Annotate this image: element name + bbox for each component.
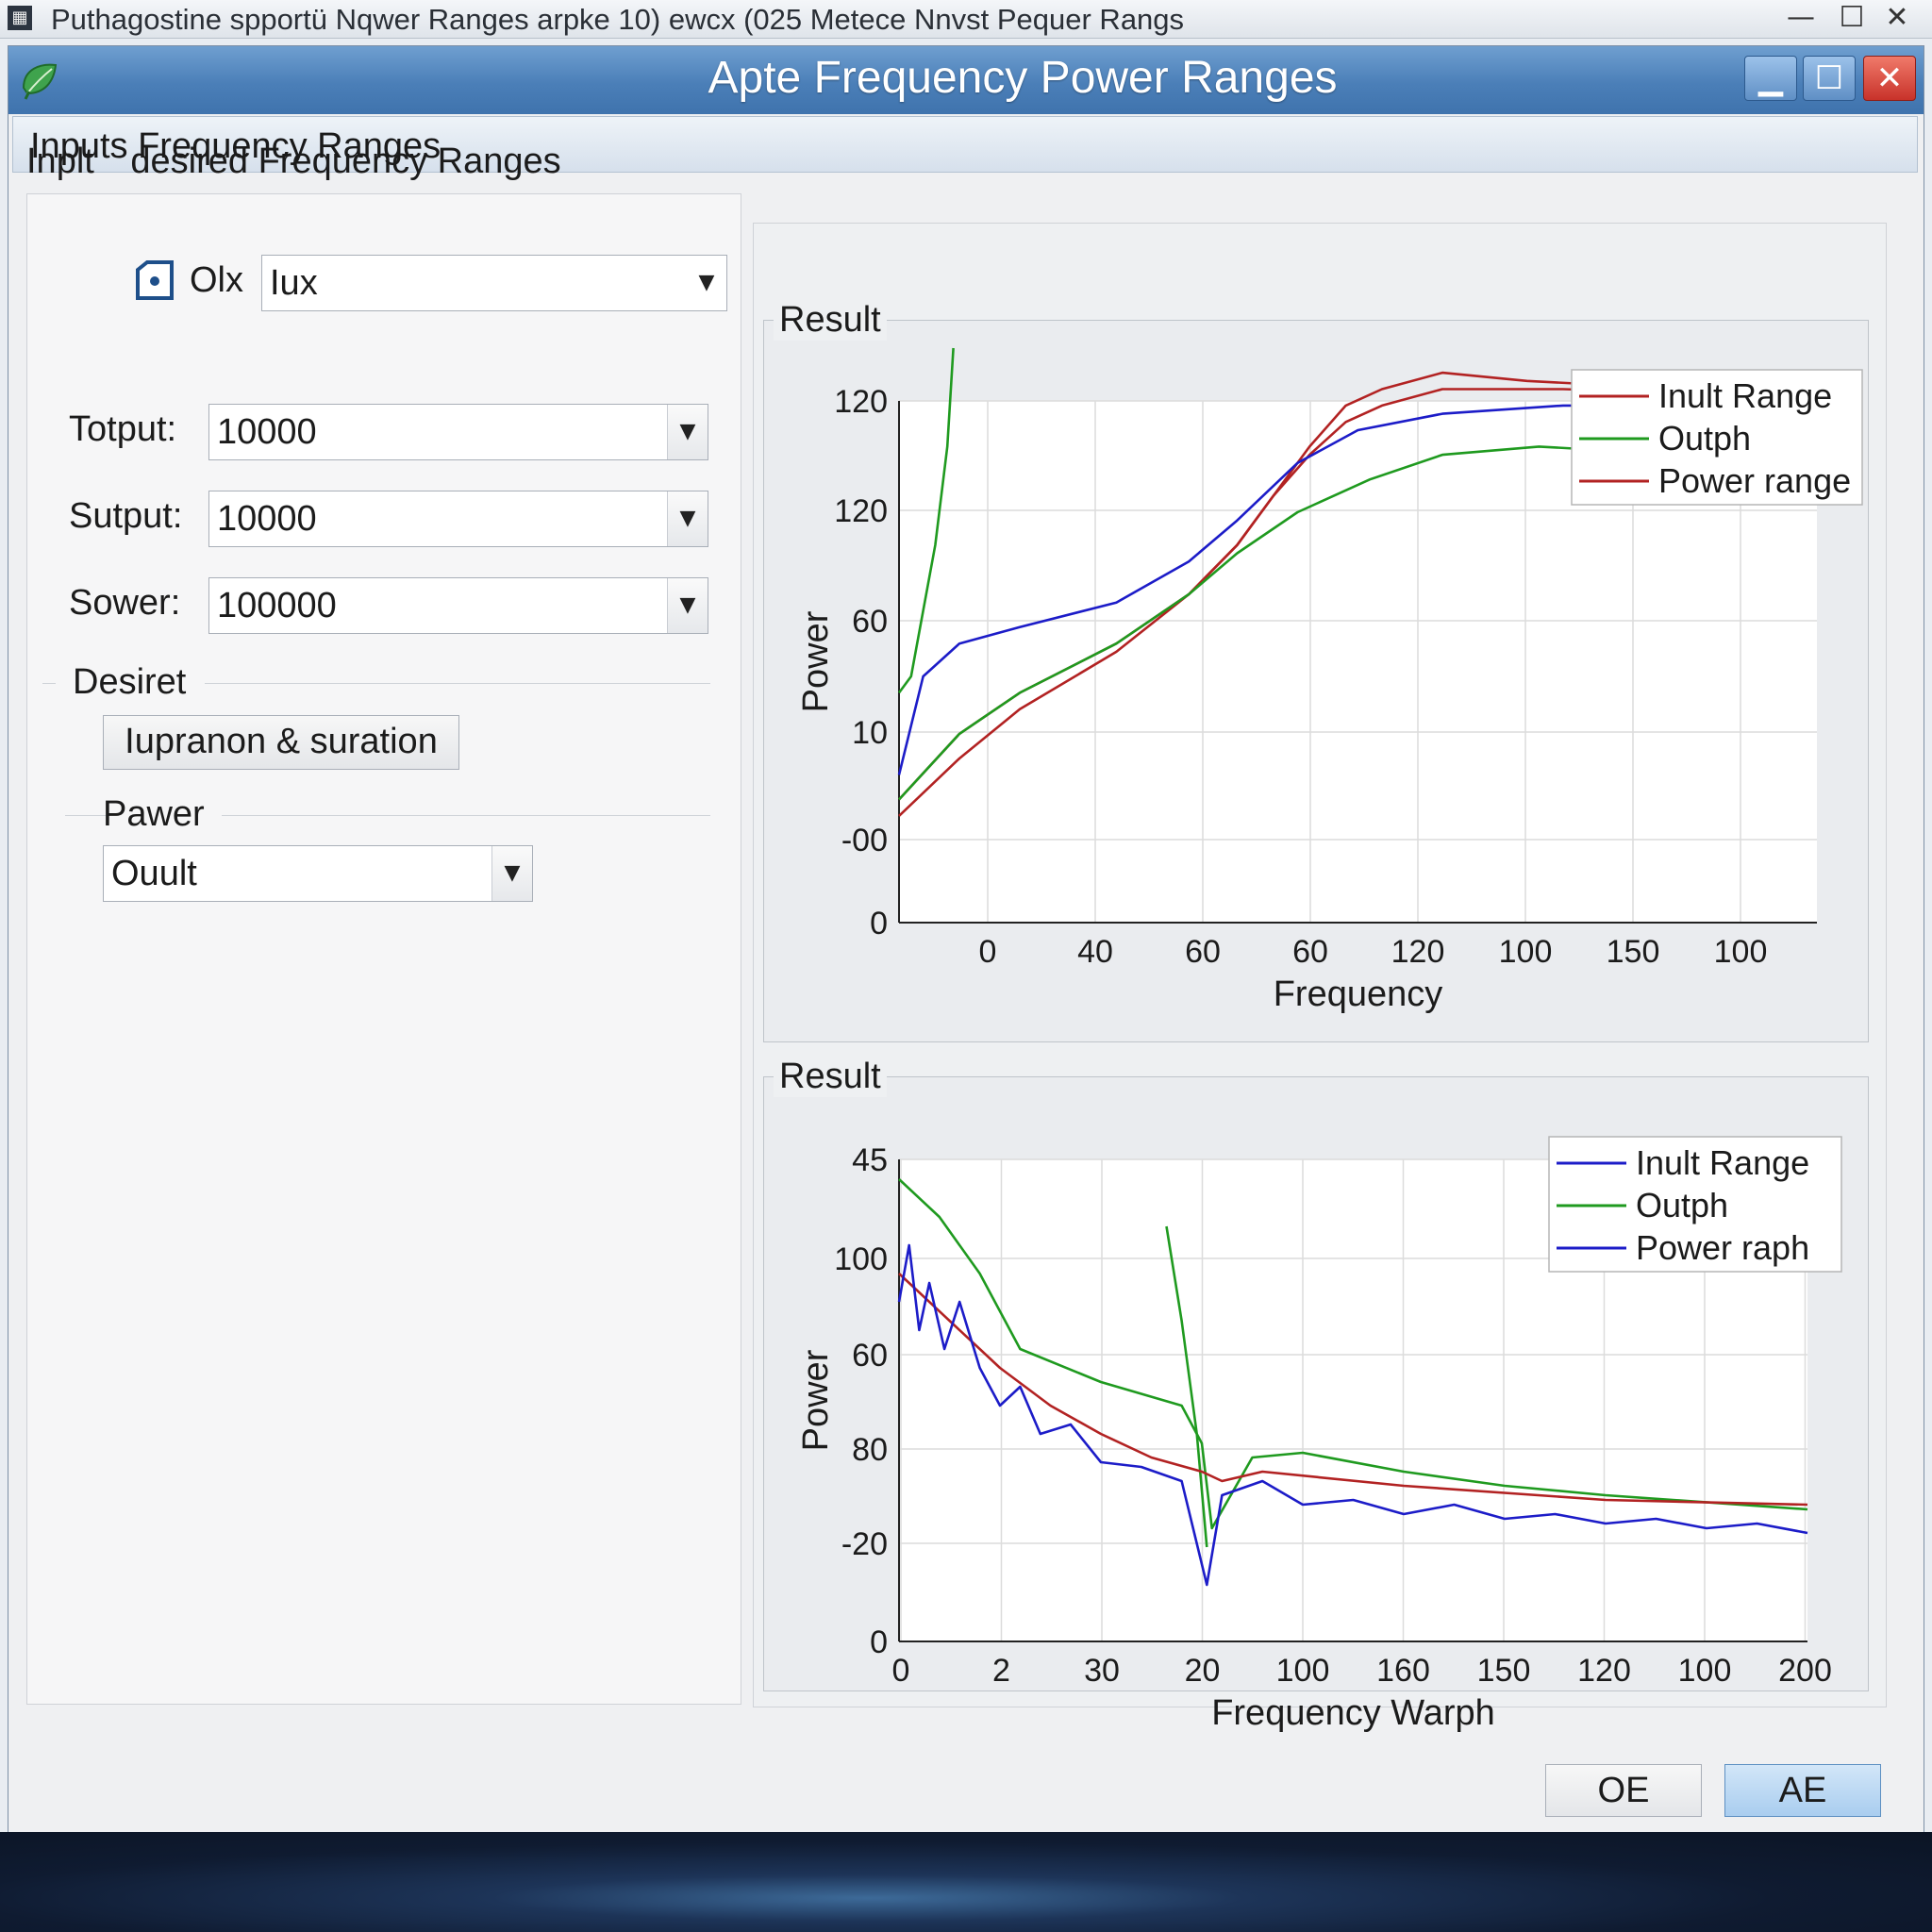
field-label-totput: Totput: <box>69 409 177 449</box>
section-divider <box>205 683 710 684</box>
chevron-down-icon[interactable]: ▼ <box>667 491 708 546</box>
outer-close-button[interactable]: ✕ <box>1875 0 1919 36</box>
app-icon: ▦ <box>8 6 32 30</box>
field-label-sutput: Sutput: <box>69 496 183 536</box>
section-divider <box>42 683 56 684</box>
sutput-field[interactable]: 10000 ▼ <box>208 491 708 547</box>
outer-maximize-button[interactable]: ☐ <box>1830 0 1874 36</box>
chevron-down-icon[interactable]: ▼ <box>687 256 726 310</box>
oe-button[interactable]: OE <box>1545 1764 1702 1817</box>
power-select[interactable]: Ouult ▼ <box>103 845 533 902</box>
result-group-top: Result <box>763 300 1869 1042</box>
desired-section-title: Desiret <box>73 662 187 702</box>
ae-button[interactable]: AE <box>1724 1764 1881 1817</box>
totput-value: 10000 <box>217 412 317 452</box>
inputs-heading-left: Inplt <box>26 142 94 181</box>
inputs-heading-right: desired Frequency Ranges <box>130 142 561 181</box>
chevron-down-icon[interactable]: ▼ <box>491 846 532 901</box>
section-divider <box>222 815 710 816</box>
field-label-sower: Sower: <box>69 583 181 623</box>
document-icon <box>136 260 174 300</box>
outer-minimize-button[interactable]: — <box>1779 0 1823 36</box>
maximize-button[interactable]: ☐ <box>1803 56 1856 101</box>
result-title-top: Result <box>774 300 887 341</box>
sutput-value: 10000 <box>217 499 317 539</box>
power-section-title: Pawer <box>103 794 205 834</box>
chevron-down-icon[interactable]: ▼ <box>667 578 708 633</box>
input-panel: Olx Iux ▼ Totput: 10000 ▼ Sutput: 10000 … <box>26 193 741 1705</box>
outer-window-title: Puthagostine spportü Nqwer Ranges arpke … <box>51 3 1185 36</box>
top-select-value: Iux <box>270 263 318 303</box>
outer-window-titlebar: ▦ Puthagostine spportü Nqwer Ranges arpk… <box>0 0 1932 39</box>
result-group-bottom: Result <box>763 1057 1869 1691</box>
totput-field[interactable]: 10000 ▼ <box>208 404 708 460</box>
inputs-heading: Inplt desired Frequency Ranges <box>26 142 561 182</box>
close-button[interactable]: ✕ <box>1863 56 1916 101</box>
power-select-value: Ouult <box>111 854 197 893</box>
duration-button[interactable]: Iupranon & suration <box>103 715 459 770</box>
section-divider <box>65 815 107 816</box>
top-select[interactable]: Iux ▼ <box>261 255 727 311</box>
minimize-button[interactable]: ▁ <box>1744 56 1797 101</box>
chevron-down-icon[interactable]: ▼ <box>667 405 708 459</box>
desktop-taskbar <box>0 1832 1932 1932</box>
sower-field[interactable]: 100000 ▼ <box>208 577 708 634</box>
sower-value: 100000 <box>217 586 337 625</box>
top-combo-label: Olx <box>190 260 243 300</box>
window-titlebar[interactable]: Apte Frequency Power Ranges ▁ ☐ ✕ <box>8 46 1924 114</box>
window-title: Apte Frequency Power Ranges <box>708 53 1338 103</box>
results-panel: Result Result <box>753 223 1887 1707</box>
result-title-bottom: Result <box>774 1057 887 1097</box>
